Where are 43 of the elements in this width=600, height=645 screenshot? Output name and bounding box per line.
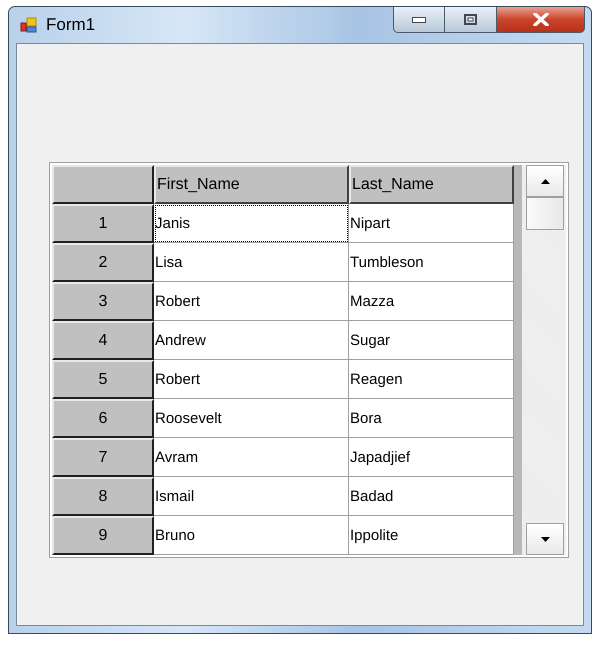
row-header[interactable]: 5: [52, 360, 154, 399]
table-cell: Ippolite: [349, 516, 514, 555]
vertical-scrollbar[interactable]: [522, 165, 566, 555]
row-header[interactable]: 1: [52, 204, 154, 243]
table-cell: Andrew: [154, 321, 349, 360]
table-cell: Robert: [154, 360, 349, 399]
minimize-button[interactable]: [393, 7, 445, 33]
column-header[interactable]: Last_Name: [349, 165, 514, 204]
table-cell: Bruno: [154, 516, 349, 555]
row-header[interactable]: 6: [52, 399, 154, 438]
table-cell: Reagen: [349, 360, 514, 399]
close-icon: [532, 13, 548, 26]
up-arrow-icon: [540, 178, 550, 184]
table-cell: Sugar: [349, 321, 514, 360]
table-cell: Ismail: [154, 477, 349, 516]
table-cell: Roosevelt: [154, 399, 349, 438]
window-title: Form1: [46, 15, 96, 35]
table-cell: Nipart: [349, 204, 514, 243]
table-cell: Lisa: [154, 243, 349, 282]
table-cell: Tumbleson: [349, 243, 514, 282]
table-cell: Bora: [349, 399, 514, 438]
row-header[interactable]: 3: [52, 282, 154, 321]
row-header[interactable]: 8: [52, 477, 154, 516]
table-cell: Robert: [154, 282, 349, 321]
scroll-up-button[interactable]: [526, 165, 564, 197]
scroll-down-button[interactable]: [526, 523, 564, 555]
column-header[interactable]: First_Name: [154, 165, 349, 204]
row-header[interactable]: 7: [52, 438, 154, 477]
down-arrow-icon: [540, 536, 550, 542]
close-button[interactable]: [497, 7, 585, 33]
table-cell: Mazza: [349, 282, 514, 321]
row-header[interactable]: 2: [52, 243, 154, 282]
scroll-thumb[interactable]: [526, 197, 564, 230]
maximize-icon: [464, 14, 477, 25]
table-cell: Avram: [154, 438, 349, 477]
maximize-button[interactable]: [445, 7, 497, 33]
row-header[interactable]: 4: [52, 321, 154, 360]
table-cell: Badad: [349, 477, 514, 516]
row-header[interactable]: 9: [52, 516, 154, 555]
minimize-icon: [412, 16, 426, 22]
form-icon: [20, 17, 38, 33]
table-cell: Japadjief: [349, 438, 514, 477]
table-cell: Janis: [154, 204, 349, 243]
